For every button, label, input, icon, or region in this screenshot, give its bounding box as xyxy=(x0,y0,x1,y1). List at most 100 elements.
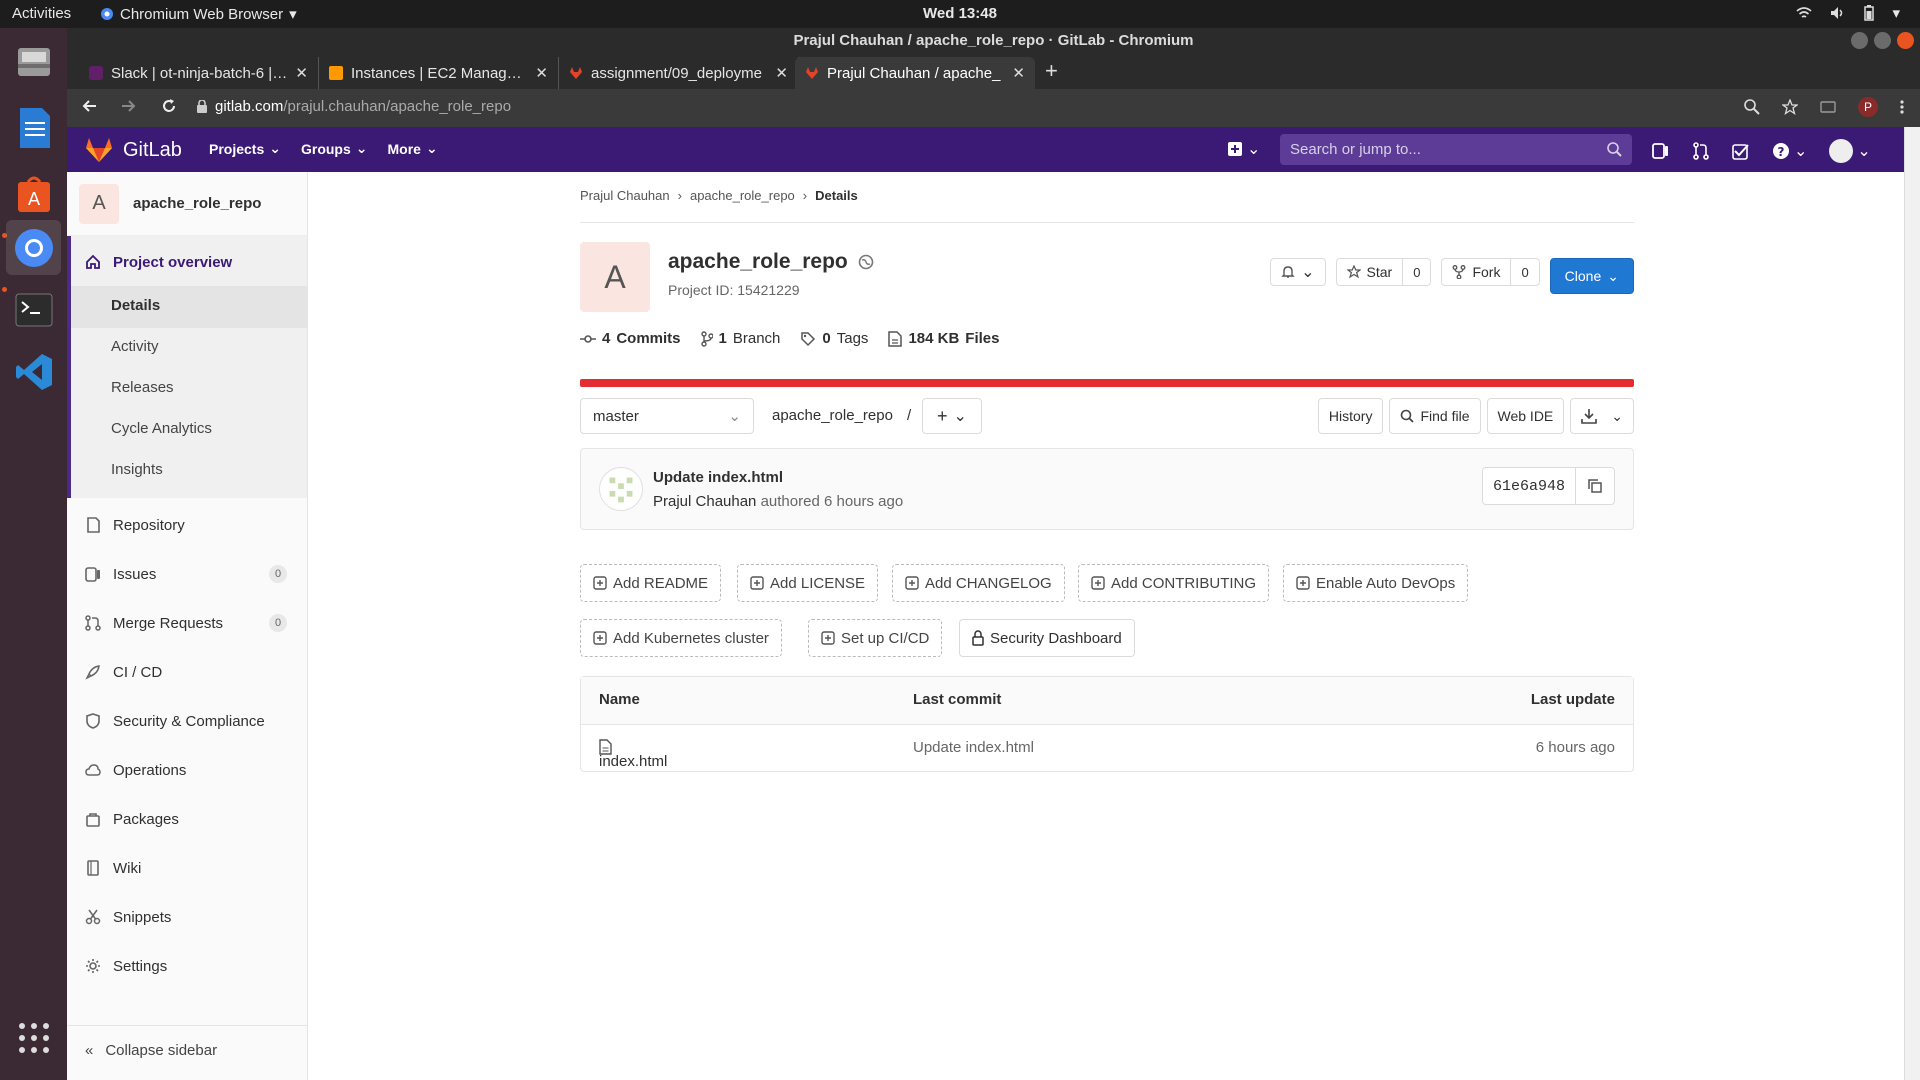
fork-count[interactable]: 0 xyxy=(1511,265,1538,280)
commit-author-avatar[interactable] xyxy=(599,467,643,511)
repo-path-root[interactable]: apache_role_repo xyxy=(772,407,893,424)
nav-more[interactable]: More ⌄ xyxy=(388,140,438,157)
browser-tab[interactable]: assignment/09_deployme ✕ xyxy=(559,57,799,89)
sidebar-sub-details[interactable]: Details xyxy=(111,297,160,314)
app-grid-icon[interactable] xyxy=(6,1010,61,1065)
commit-sha[interactable]: 61e6a948 xyxy=(1483,468,1576,504)
close-window-button[interactable] xyxy=(1897,32,1914,49)
issues-icon[interactable] xyxy=(1652,142,1670,160)
sidebar-item-repository[interactable]: Repository xyxy=(67,505,307,545)
url-field[interactable]: gitlab.com/prajul.chauhan/apache_role_re… xyxy=(197,98,511,115)
copy-sha-button[interactable] xyxy=(1576,468,1614,504)
close-icon[interactable]: ✕ xyxy=(1012,64,1025,82)
star-count[interactable]: 0 xyxy=(1403,265,1430,280)
user-menu[interactable]: ⌄ xyxy=(1829,139,1871,163)
reload-icon[interactable] xyxy=(161,98,177,114)
collapse-sidebar-button[interactable]: « Collapse sidebar xyxy=(67,1025,307,1075)
merge-request-icon[interactable] xyxy=(1692,142,1710,160)
sidebar-sub-activity[interactable]: Activity xyxy=(111,338,159,355)
sidebar-item-snippets[interactable]: Snippets xyxy=(67,897,307,937)
minimize-button[interactable] xyxy=(1851,32,1868,49)
system-tray[interactable]: ▾ xyxy=(1796,4,1900,22)
sidebar-item-merge-requests[interactable]: Merge Requests 0 xyxy=(67,603,307,643)
add-to-tree-dropdown[interactable]: + ⌄ xyxy=(922,398,982,434)
clock[interactable]: Wed 13:48 xyxy=(923,5,997,22)
history-label: History xyxy=(1328,408,1373,424)
web-ide-button[interactable]: Web IDE xyxy=(1486,398,1565,434)
notification-dropdown[interactable]: ⌄ xyxy=(1270,258,1326,286)
software-center-icon[interactable]: A xyxy=(6,166,61,221)
history-button[interactable]: History xyxy=(1317,398,1384,434)
security-dashboard-button[interactable]: Security Dashboard xyxy=(959,619,1135,657)
close-icon[interactable]: ✕ xyxy=(775,64,788,82)
bookmark-star-icon[interactable] xyxy=(1782,99,1798,115)
chromium-dock-icon[interactable] xyxy=(6,220,61,275)
zoom-icon[interactable] xyxy=(1744,99,1760,115)
browser-tab[interactable]: Slack | ot-ninja-batch-6 | O ✕ xyxy=(79,57,319,89)
sidebar-item-settings[interactable]: Settings xyxy=(67,946,307,986)
forward-icon[interactable] xyxy=(121,98,137,114)
menu-dots-icon[interactable] xyxy=(1900,99,1904,115)
branch-select[interactable]: master ⌄ xyxy=(580,398,754,434)
clone-button[interactable]: Clone ⌄ xyxy=(1549,258,1634,294)
breadcrumb-project[interactable]: apache_role_repo xyxy=(690,188,795,203)
fork-button[interactable]: Fork xyxy=(1442,259,1512,285)
terminal-icon[interactable] xyxy=(6,282,61,337)
sidebar-item-wiki[interactable]: Wiki xyxy=(67,848,307,888)
path-separator: / xyxy=(906,407,912,424)
commit-title[interactable]: Update index.html xyxy=(653,469,783,486)
add-license-button[interactable]: Add LICENSE xyxy=(737,564,879,602)
file-name-cell[interactable]: index.html xyxy=(599,739,667,770)
new-tab-button[interactable]: + xyxy=(1045,60,1058,82)
file-last-commit[interactable]: Update index.html xyxy=(913,739,1034,756)
add-kubernetes-cluster-button[interactable]: Add Kubernetes cluster xyxy=(580,619,782,657)
sidebar-item-issues[interactable]: Issues 0 xyxy=(67,554,307,594)
todo-icon[interactable] xyxy=(1732,142,1750,160)
sidebar-sub-insights[interactable]: Insights xyxy=(111,461,163,478)
sidebar-item-packages[interactable]: Packages xyxy=(67,799,307,839)
browser-tab[interactable]: Instances | EC2 Managem ✕ xyxy=(319,57,559,89)
sidebar-item-operations[interactable]: Operations xyxy=(67,750,307,790)
cast-icon[interactable] xyxy=(1820,99,1836,115)
enable-auto-devops-button[interactable]: Enable Auto DevOps xyxy=(1283,564,1469,602)
activities-button[interactable]: Activities xyxy=(12,5,71,22)
writer-icon[interactable] xyxy=(6,100,61,155)
breadcrumb-current[interactable]: Details xyxy=(815,188,858,203)
star-button[interactable]: Star xyxy=(1337,259,1404,285)
add-readme-button[interactable]: Add README xyxy=(580,564,722,602)
find-file-button[interactable]: Find file xyxy=(1389,398,1481,434)
app-menu[interactable]: Chromium Web Browser ▾ xyxy=(100,5,297,23)
profile-avatar[interactable]: P xyxy=(1858,97,1878,117)
browser-tab-active[interactable]: Prajul Chauhan / apache_ ✕ xyxy=(795,57,1035,89)
download-dropdown[interactable]: ⌄ xyxy=(1570,398,1634,434)
setup-ci-cd-button[interactable]: Set up CI/CD xyxy=(808,619,943,657)
sidebar-item-security-compliance[interactable]: Security & Compliance xyxy=(67,701,307,741)
close-icon[interactable]: ✕ xyxy=(295,64,308,82)
back-icon[interactable] xyxy=(81,98,97,114)
search-input[interactable]: Search or jump to... xyxy=(1280,134,1632,165)
sidebar-item-ci-cd[interactable]: CI / CD xyxy=(67,652,307,692)
vscode-icon[interactable] xyxy=(6,344,61,399)
sidebar-project-header[interactable]: A apache_role_repo xyxy=(67,172,307,236)
commit-author[interactable]: Prajul Chauhan xyxy=(653,493,756,510)
branches-link[interactable]: 1 Branch xyxy=(700,330,780,347)
add-changelog-button[interactable]: Add CHANGELOG xyxy=(892,564,1065,602)
sidebar-sub-cycle-analytics[interactable]: Cycle Analytics xyxy=(111,420,212,437)
tags-link[interactable]: 0 Tags xyxy=(800,330,868,347)
nav-projects[interactable]: Projects ⌄ xyxy=(209,140,281,157)
page-scrollbar[interactable] xyxy=(1904,127,1920,1080)
table-row[interactable]: index.html Update index.html 6 hours ago xyxy=(581,725,1633,771)
files-link[interactable]: 184 KB Files xyxy=(888,330,999,347)
gitlab-logo[interactable]: GitLab xyxy=(85,137,182,163)
nav-groups[interactable]: Groups ⌄ xyxy=(301,140,368,157)
add-contributing-button[interactable]: Add CONTRIBUTING xyxy=(1078,564,1270,602)
close-icon[interactable]: ✕ xyxy=(535,64,548,82)
commits-link[interactable]: 4 Commits xyxy=(580,330,681,347)
files-icon[interactable] xyxy=(6,34,61,89)
sidebar-item-project-overview[interactable]: Project overview xyxy=(67,242,307,282)
new-dropdown[interactable]: ⌄ xyxy=(1227,139,1260,159)
maximize-button[interactable] xyxy=(1874,32,1891,49)
help-dropdown[interactable]: ? ⌄ xyxy=(1772,141,1807,161)
breadcrumb-user[interactable]: Prajul Chauhan xyxy=(580,188,670,203)
sidebar-sub-releases[interactable]: Releases xyxy=(111,379,174,396)
